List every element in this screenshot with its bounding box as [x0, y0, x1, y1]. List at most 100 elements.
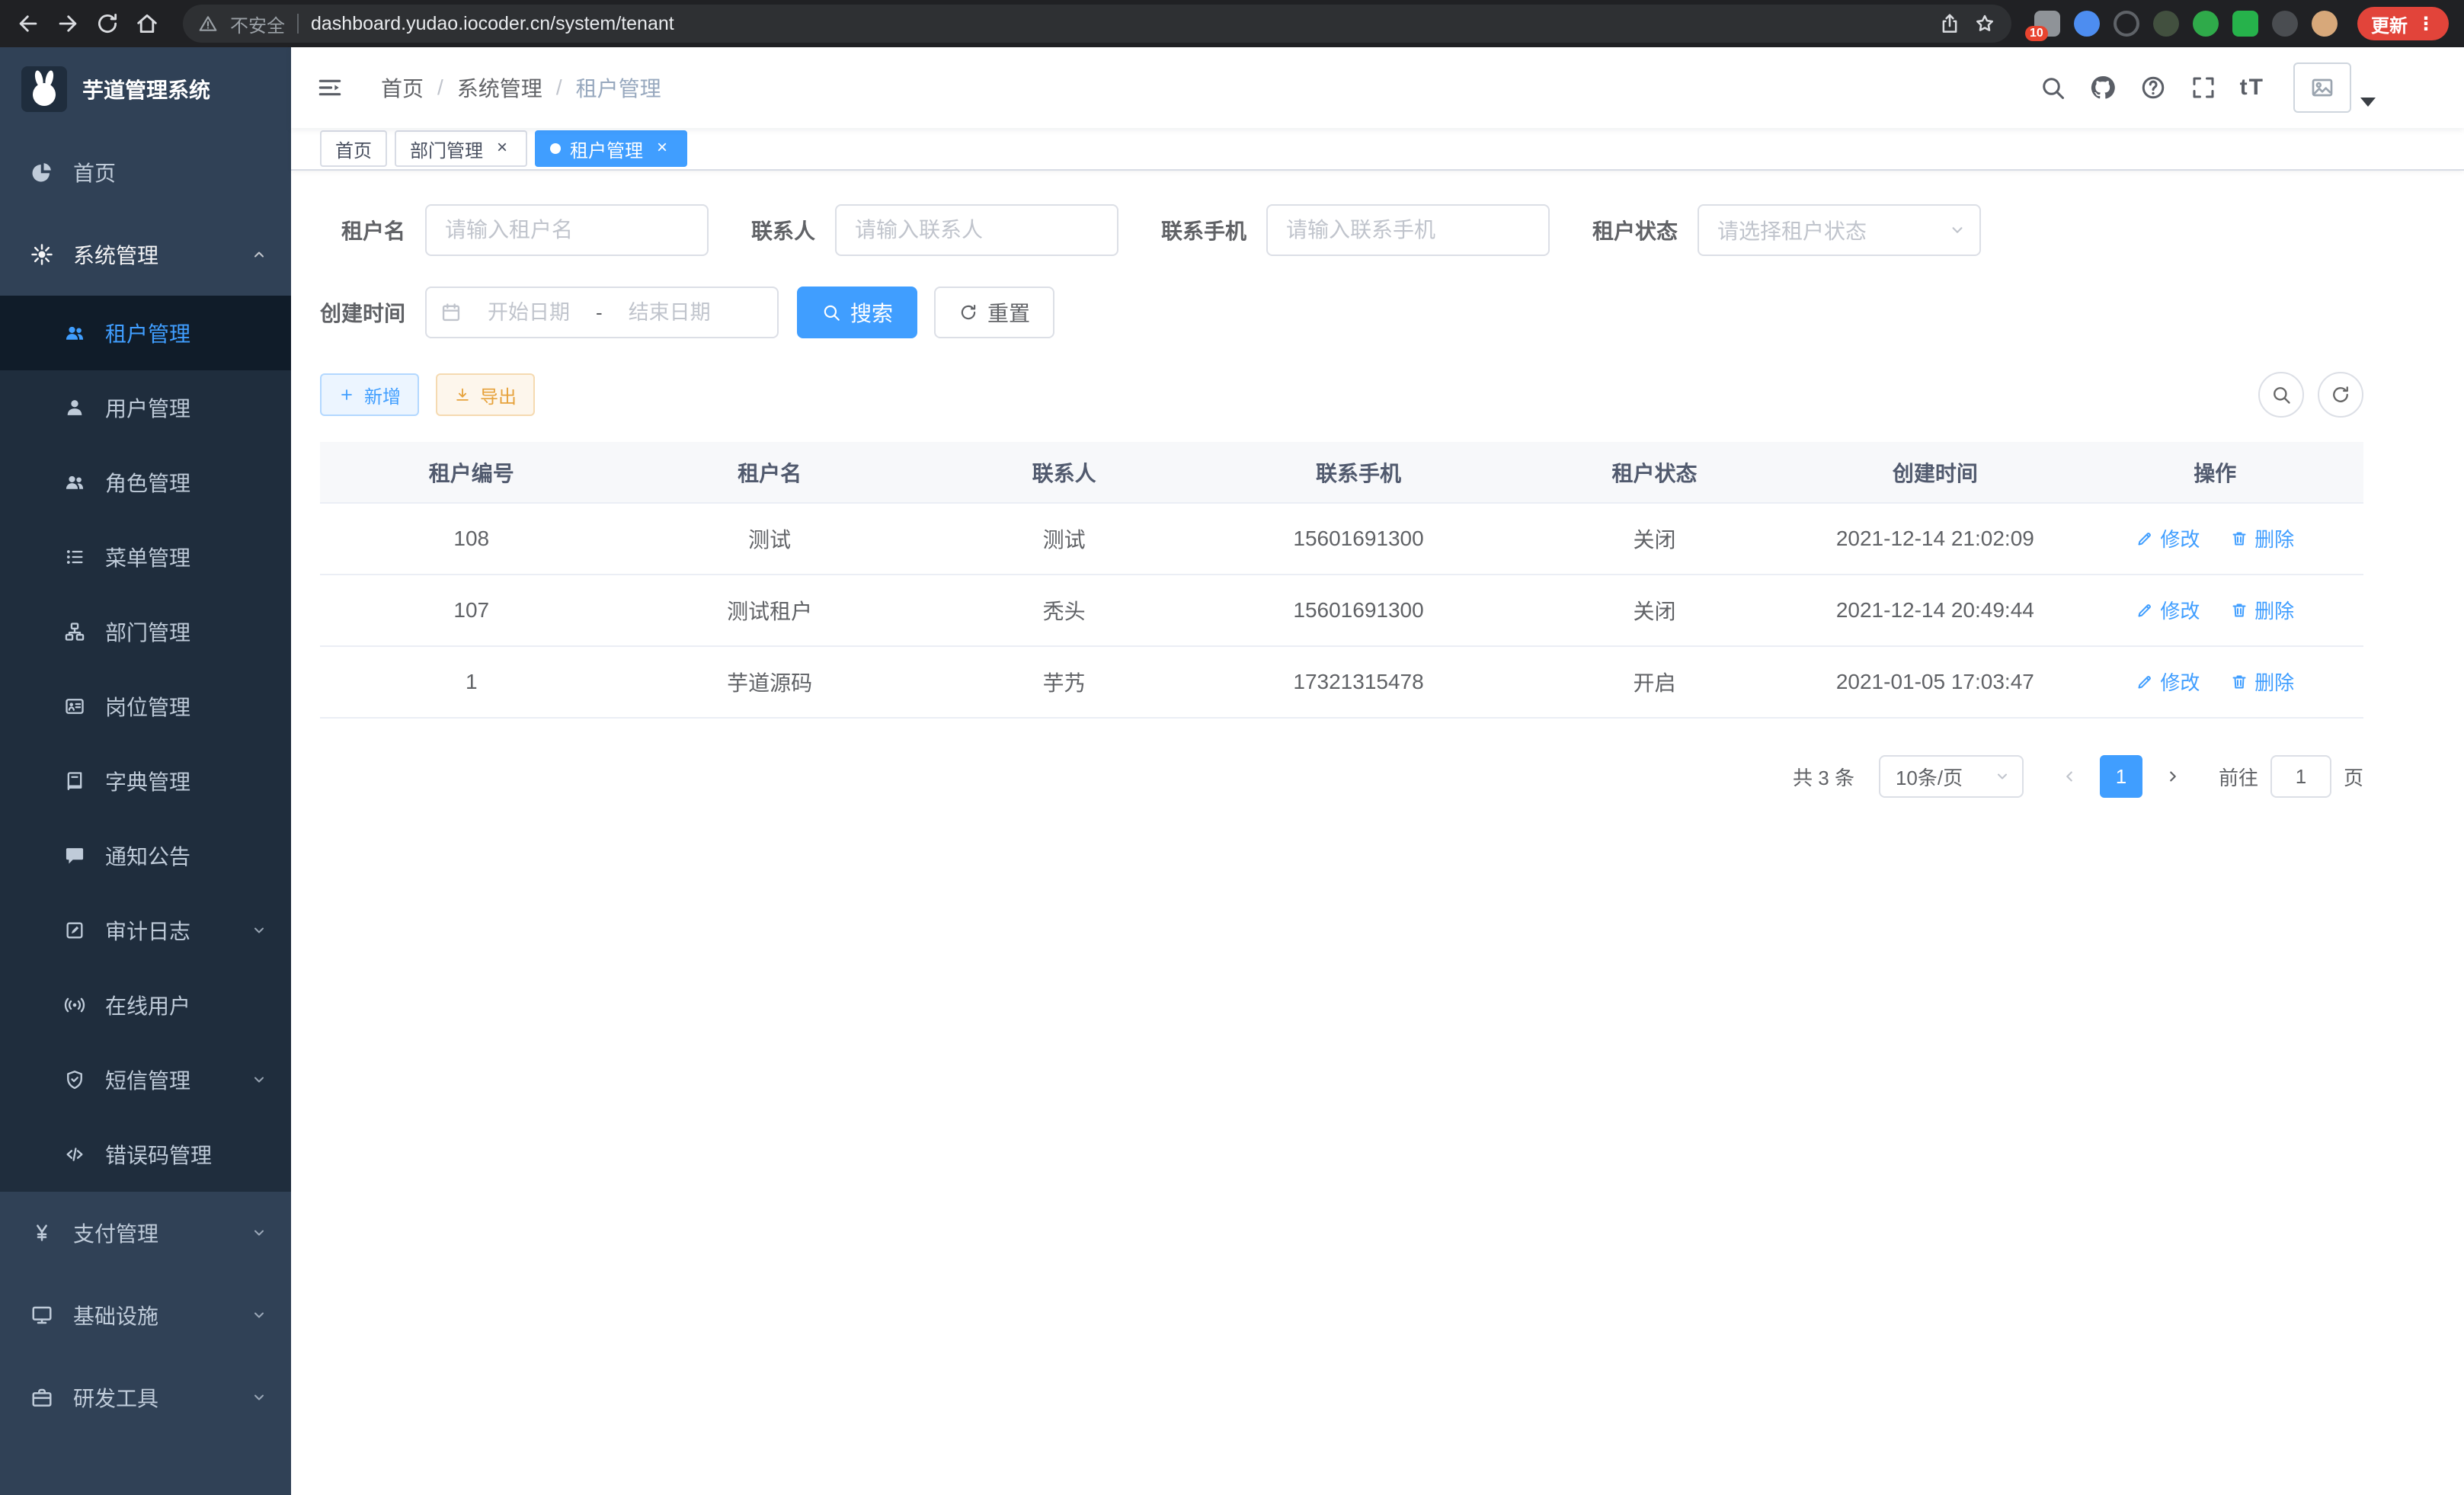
- add-button[interactable]: 新增: [320, 373, 419, 416]
- sidebar-item-menu-management[interactable]: 菜单管理: [0, 520, 291, 594]
- sidebar-item-dict-management[interactable]: 字典管理: [0, 744, 291, 818]
- security-label: 不安全: [230, 11, 285, 37]
- sidebar-item-post-management[interactable]: 岗位管理: [0, 669, 291, 744]
- breadcrumb-system[interactable]: 系统管理: [457, 72, 542, 103]
- sidebar-item-online-users[interactable]: 在线用户: [0, 968, 291, 1042]
- table-row: 1 芋道源码 芋艿 17321315478 开启 2021-01-05 17:0…: [320, 646, 2363, 718]
- sidebar-item-infrastructure[interactable]: 基础设施: [0, 1274, 291, 1356]
- extension-icon[interactable]: [2272, 11, 2298, 37]
- sidebar-item-notice[interactable]: 通知公告: [0, 818, 291, 893]
- browser-forward-icon[interactable]: [55, 11, 81, 37]
- reset-button[interactable]: 重置: [934, 287, 1054, 338]
- sidebar-item-label: 审计日志: [105, 915, 190, 946]
- edit-link[interactable]: 修改: [2136, 524, 2200, 552]
- contact-input[interactable]: [835, 204, 1118, 256]
- refresh-icon: [2330, 384, 2351, 405]
- column-header-created: 创建时间: [1803, 442, 2066, 503]
- delete-link[interactable]: 删除: [2230, 524, 2294, 552]
- sidebar-item-home[interactable]: 首页: [0, 131, 291, 213]
- extension-icon[interactable]: [2153, 11, 2179, 37]
- sidebar-item-label: 岗位管理: [105, 691, 190, 722]
- calendar-icon: [440, 302, 462, 323]
- tags-view-bar: 首页 部门管理 × 租户管理 ×: [291, 128, 2464, 171]
- toolbox-icon: [30, 1386, 53, 1409]
- close-tab-icon[interactable]: ×: [492, 139, 512, 158]
- date-start-input[interactable]: [471, 301, 587, 325]
- github-icon[interactable]: [2089, 74, 2117, 101]
- font-size-icon[interactable]: tT: [2240, 75, 2264, 101]
- cell-contact: 秃头: [917, 575, 1211, 646]
- delete-label: 删除: [2254, 524, 2294, 552]
- tab-tenant-management[interactable]: 租户管理 ×: [535, 130, 687, 167]
- extension-icon[interactable]: 10: [2034, 11, 2060, 37]
- extension-icon[interactable]: [2114, 11, 2139, 37]
- sidebar-item-dept-management[interactable]: 部门管理: [0, 594, 291, 669]
- download-icon: [454, 386, 471, 403]
- cell-status: 开启: [1506, 646, 1803, 718]
- goto-page-input[interactable]: [2270, 755, 2331, 798]
- breadcrumb-home[interactable]: 首页: [381, 72, 424, 103]
- chevron-down-icon: [250, 1224, 268, 1242]
- export-button[interactable]: 导出: [436, 373, 535, 416]
- prev-page-button[interactable]: [2051, 755, 2088, 798]
- bookmark-star-icon[interactable]: [1973, 12, 1996, 35]
- close-tab-icon[interactable]: ×: [652, 139, 672, 158]
- sidebar-item-payment-management[interactable]: 支付管理: [0, 1192, 291, 1274]
- user-avatar-menu[interactable]: [2293, 62, 2376, 113]
- tab-dept-management[interactable]: 部门管理 ×: [395, 130, 527, 167]
- page-number-current[interactable]: 1: [2100, 755, 2142, 798]
- browser-home-icon[interactable]: [134, 11, 160, 37]
- delete-link[interactable]: 删除: [2230, 667, 2294, 696]
- sidebar-item-role-management[interactable]: 角色管理: [0, 445, 291, 520]
- browser-reload-icon[interactable]: [94, 11, 120, 37]
- edit-link[interactable]: 修改: [2136, 667, 2200, 696]
- refresh-table-button[interactable]: [2318, 372, 2363, 418]
- sidebar-item-error-code-management[interactable]: 错误码管理: [0, 1117, 291, 1192]
- profile-avatar[interactable]: [2312, 11, 2338, 37]
- cell-contact: 芋艿: [917, 646, 1211, 718]
- sidebar-item-label: 短信管理: [105, 1064, 190, 1095]
- address-bar[interactable]: 不安全 dashboard.yudao.iocoder.cn/system/te…: [183, 5, 2011, 43]
- code-icon: [64, 1144, 85, 1165]
- chevron-left-icon: [2059, 767, 2079, 786]
- extension-icon[interactable]: [2074, 11, 2100, 37]
- book-icon: [64, 770, 85, 792]
- share-icon[interactable]: [1938, 12, 1961, 35]
- sidebar-item-audit-log[interactable]: 审计日志: [0, 893, 291, 968]
- tab-home[interactable]: 首页: [320, 130, 387, 167]
- next-page-button[interactable]: [2155, 755, 2191, 798]
- chevron-down-icon: [250, 1388, 268, 1407]
- chevron-down-icon: [250, 921, 268, 940]
- sidebar-item-tenant-management[interactable]: 租户管理: [0, 296, 291, 370]
- page-size-select[interactable]: 10条/页: [1879, 755, 2024, 798]
- status-label: 租户状态: [1592, 215, 1698, 245]
- fullscreen-icon[interactable]: [2190, 74, 2217, 101]
- add-button-label: 新增: [364, 382, 401, 408]
- search-button[interactable]: 搜索: [797, 287, 917, 338]
- cell-created: 2021-12-14 20:49:44: [1803, 575, 2066, 646]
- phone-input[interactable]: [1266, 204, 1550, 256]
- column-header-id: 租户编号: [320, 442, 622, 503]
- sidebar-item-dev-tools[interactable]: 研发工具: [0, 1356, 291, 1439]
- search-icon[interactable]: [2039, 74, 2066, 101]
- toggle-search-button[interactable]: [2258, 372, 2304, 418]
- browser-back-icon[interactable]: [15, 11, 41, 37]
- extension-icon[interactable]: [2232, 11, 2258, 37]
- extension-icon[interactable]: [2193, 11, 2219, 37]
- edit-label: 修改: [2160, 524, 2200, 552]
- sidebar-item-sms-management[interactable]: 短信管理: [0, 1042, 291, 1117]
- sidebar-item-system-management[interactable]: 系统管理: [0, 213, 291, 296]
- tenant-name-input[interactable]: [425, 204, 709, 256]
- delete-link[interactable]: 删除: [2230, 596, 2294, 624]
- edit-link[interactable]: 修改: [2136, 596, 2200, 624]
- status-select[interactable]: 请选择租户状态: [1698, 204, 1981, 256]
- sidebar-item-user-management[interactable]: 用户管理: [0, 370, 291, 445]
- date-end-input[interactable]: [612, 301, 728, 325]
- logo[interactable]: 芋道管理系统: [0, 47, 291, 131]
- chrome-update-button[interactable]: 更新 ⋮: [2357, 7, 2449, 40]
- sidebar-item-label: 部门管理: [105, 616, 190, 647]
- edit-pencil-icon: [2136, 673, 2154, 691]
- hamburger-icon[interactable]: [315, 73, 344, 102]
- date-range-picker[interactable]: -: [425, 287, 779, 338]
- help-icon[interactable]: [2139, 74, 2167, 101]
